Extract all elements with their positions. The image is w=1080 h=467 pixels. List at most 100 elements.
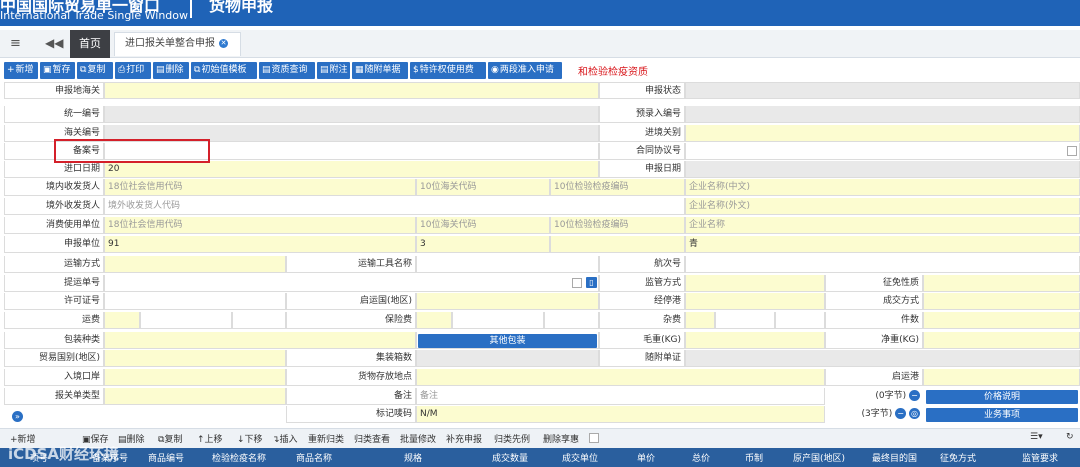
declare-unit-customs-code[interactable]: 3	[416, 236, 550, 253]
print-button[interactable]: ⎙打印	[115, 62, 151, 79]
business-items-button[interactable]: 业务事项	[926, 408, 1078, 422]
insurance-amount-input[interactable]	[452, 312, 544, 329]
qualification-query-button[interactable]: ▤资质查询	[259, 62, 315, 79]
column-menu-icon[interactable]: ☰▾	[1030, 432, 1043, 442]
voyage-no-input[interactable]	[685, 256, 1080, 273]
consumer-inspection-code-input[interactable]: 10位检验检疫编码	[550, 217, 685, 234]
pieces-input[interactable]	[923, 312, 1080, 329]
departure-port-input[interactable]	[923, 369, 1080, 386]
col-tax-mode[interactable]: 征免方式	[940, 451, 976, 464]
package-type-input[interactable]	[104, 332, 416, 349]
net-weight-input[interactable]	[923, 332, 1080, 349]
contract-no-input[interactable]	[685, 143, 1080, 160]
col-currency[interactable]: 币制	[745, 451, 763, 464]
declare-unit-credit-code[interactable]: 91	[104, 236, 416, 253]
domestic-company-name-input[interactable]: 企业名称(中文)	[685, 179, 1080, 196]
consumer-customs-code-input[interactable]: 10位海关代码	[416, 217, 550, 234]
insurance-type-input[interactable]	[416, 312, 452, 329]
contract-checkbox[interactable]	[1067, 146, 1077, 156]
supervision-input[interactable]	[685, 275, 825, 292]
expand-icon[interactable]: »	[12, 411, 23, 422]
minus-icon[interactable]: −	[909, 390, 920, 401]
misc-type-input[interactable]	[685, 312, 715, 329]
col-goods-name[interactable]: 商品名称	[296, 451, 332, 464]
trade-country-input[interactable]	[104, 350, 286, 367]
stop-port-input[interactable]	[685, 293, 825, 310]
add-button[interactable]: +新增	[4, 62, 38, 79]
declare-customs-input[interactable]	[104, 82, 599, 99]
classify-precedent-button[interactable]: 归类先例	[494, 432, 530, 445]
import-date-input[interactable]: 20	[104, 161, 599, 178]
domestic-credit-code-input[interactable]: 18位社会信用代码	[104, 179, 416, 196]
classify-view-button[interactable]: 归类查看	[354, 432, 390, 445]
bill-checkbox[interactable]	[572, 278, 582, 288]
delete-preference-button[interactable]: 删除享惠	[543, 432, 579, 445]
insert-button[interactable]: ↴插入	[272, 432, 298, 445]
close-icon[interactable]: ✕	[219, 38, 228, 48]
gross-weight-input[interactable]	[685, 332, 825, 349]
goods-copy-button[interactable]: ⧉复制	[158, 432, 182, 445]
misc-amount-input[interactable]	[715, 312, 775, 329]
insurance-currency-input[interactable]	[544, 312, 599, 329]
declare-unit-name[interactable]: 青	[685, 236, 1080, 253]
license-no-input[interactable]	[104, 293, 286, 310]
minus-icon[interactable]: −	[895, 408, 907, 419]
declare-unit-inspection-code[interactable]	[550, 236, 685, 253]
tab-home[interactable]: 首页	[70, 30, 110, 58]
domestic-customs-code-input[interactable]: 10位海关代码	[416, 179, 550, 196]
col-final-destination[interactable]: 最终目的国	[872, 451, 917, 464]
delete-button[interactable]: ▤删除	[153, 62, 189, 79]
col-origin-country[interactable]: 原产国(地区)	[793, 451, 845, 464]
col-unit[interactable]: 成交单位	[562, 451, 598, 464]
col-unit-price[interactable]: 单价	[637, 451, 655, 464]
move-down-button[interactable]: ↓下移	[237, 432, 263, 445]
freight-type-input[interactable]	[104, 312, 140, 329]
bill-no-input[interactable]	[104, 275, 599, 292]
template-button[interactable]: ⧉初始值模板	[191, 62, 257, 79]
marks-input[interactable]: N/M	[416, 406, 825, 423]
batch-edit-button[interactable]: 批量修改	[400, 432, 436, 445]
domestic-inspection-code-input[interactable]: 10位检验检疫编码	[550, 179, 685, 196]
two-stage-button[interactable]: ◉两段准入申请	[488, 62, 562, 79]
ie-customs-input[interactable]	[685, 125, 1080, 142]
consumer-credit-code-input[interactable]: 18位社会信用代码	[104, 217, 416, 234]
col-spec[interactable]: 规格	[404, 451, 422, 464]
storage-place-input[interactable]	[416, 369, 825, 386]
declaration-type-input[interactable]	[104, 388, 286, 405]
goods-delete-button[interactable]: ▤删除	[118, 432, 145, 445]
freight-amount-input[interactable]	[140, 312, 232, 329]
transport-name-input[interactable]	[416, 256, 599, 273]
tab-import-declaration[interactable]: 进口报关单整合申报 ✕	[114, 32, 241, 56]
notes-button[interactable]: ▤附注	[317, 62, 350, 79]
collapse-icon[interactable]: ◀◀	[45, 36, 63, 50]
attached-docs-button[interactable]: ▦随附单据	[352, 62, 408, 79]
tax-nature-input[interactable]	[923, 275, 1080, 292]
departure-country-input[interactable]	[416, 293, 599, 310]
royalty-button[interactable]: $特许权使用费	[410, 62, 486, 79]
menu-icon[interactable]: ≡	[10, 36, 21, 51]
col-qty[interactable]: 成交数量	[492, 451, 528, 464]
supplement-declare-button[interactable]: 补充申报	[446, 432, 482, 445]
price-note-button[interactable]: 价格说明	[926, 390, 1078, 404]
save-draft-button[interactable]: ▣暂存	[40, 62, 75, 79]
transport-mode-input[interactable]	[104, 256, 286, 273]
trade-terms-input[interactable]	[923, 293, 1080, 310]
foreign-company-name-input[interactable]: 企业名称(外文)	[685, 198, 1080, 215]
document-icon[interactable]: ▯	[586, 277, 597, 288]
target-icon[interactable]: ◎	[909, 408, 920, 419]
consumer-company-name-input[interactable]: 企业名称	[685, 217, 1080, 234]
entry-port-input[interactable]	[104, 369, 286, 386]
move-up-button[interactable]: ↑上移	[197, 432, 223, 445]
reclassify-button[interactable]: 重新归类	[308, 432, 344, 445]
preference-checkbox[interactable]	[589, 433, 599, 443]
copy-button[interactable]: ⧉复制	[77, 62, 113, 79]
col-supervision-req[interactable]: 监管要求	[1022, 451, 1058, 464]
col-inspection-name[interactable]: 检验检疫名称	[212, 451, 266, 464]
col-total-price[interactable]: 总价	[692, 451, 710, 464]
other-package-button[interactable]: 其他包装	[418, 334, 597, 348]
misc-currency-input[interactable]	[775, 312, 825, 329]
col-goods-code[interactable]: 商品编号	[148, 451, 184, 464]
freight-currency-input[interactable]	[232, 312, 286, 329]
foreign-code-input[interactable]: 境外收发货人代码	[104, 198, 685, 215]
inspection-qualification-link[interactable]: 和检验检疫资质	[578, 63, 648, 78]
